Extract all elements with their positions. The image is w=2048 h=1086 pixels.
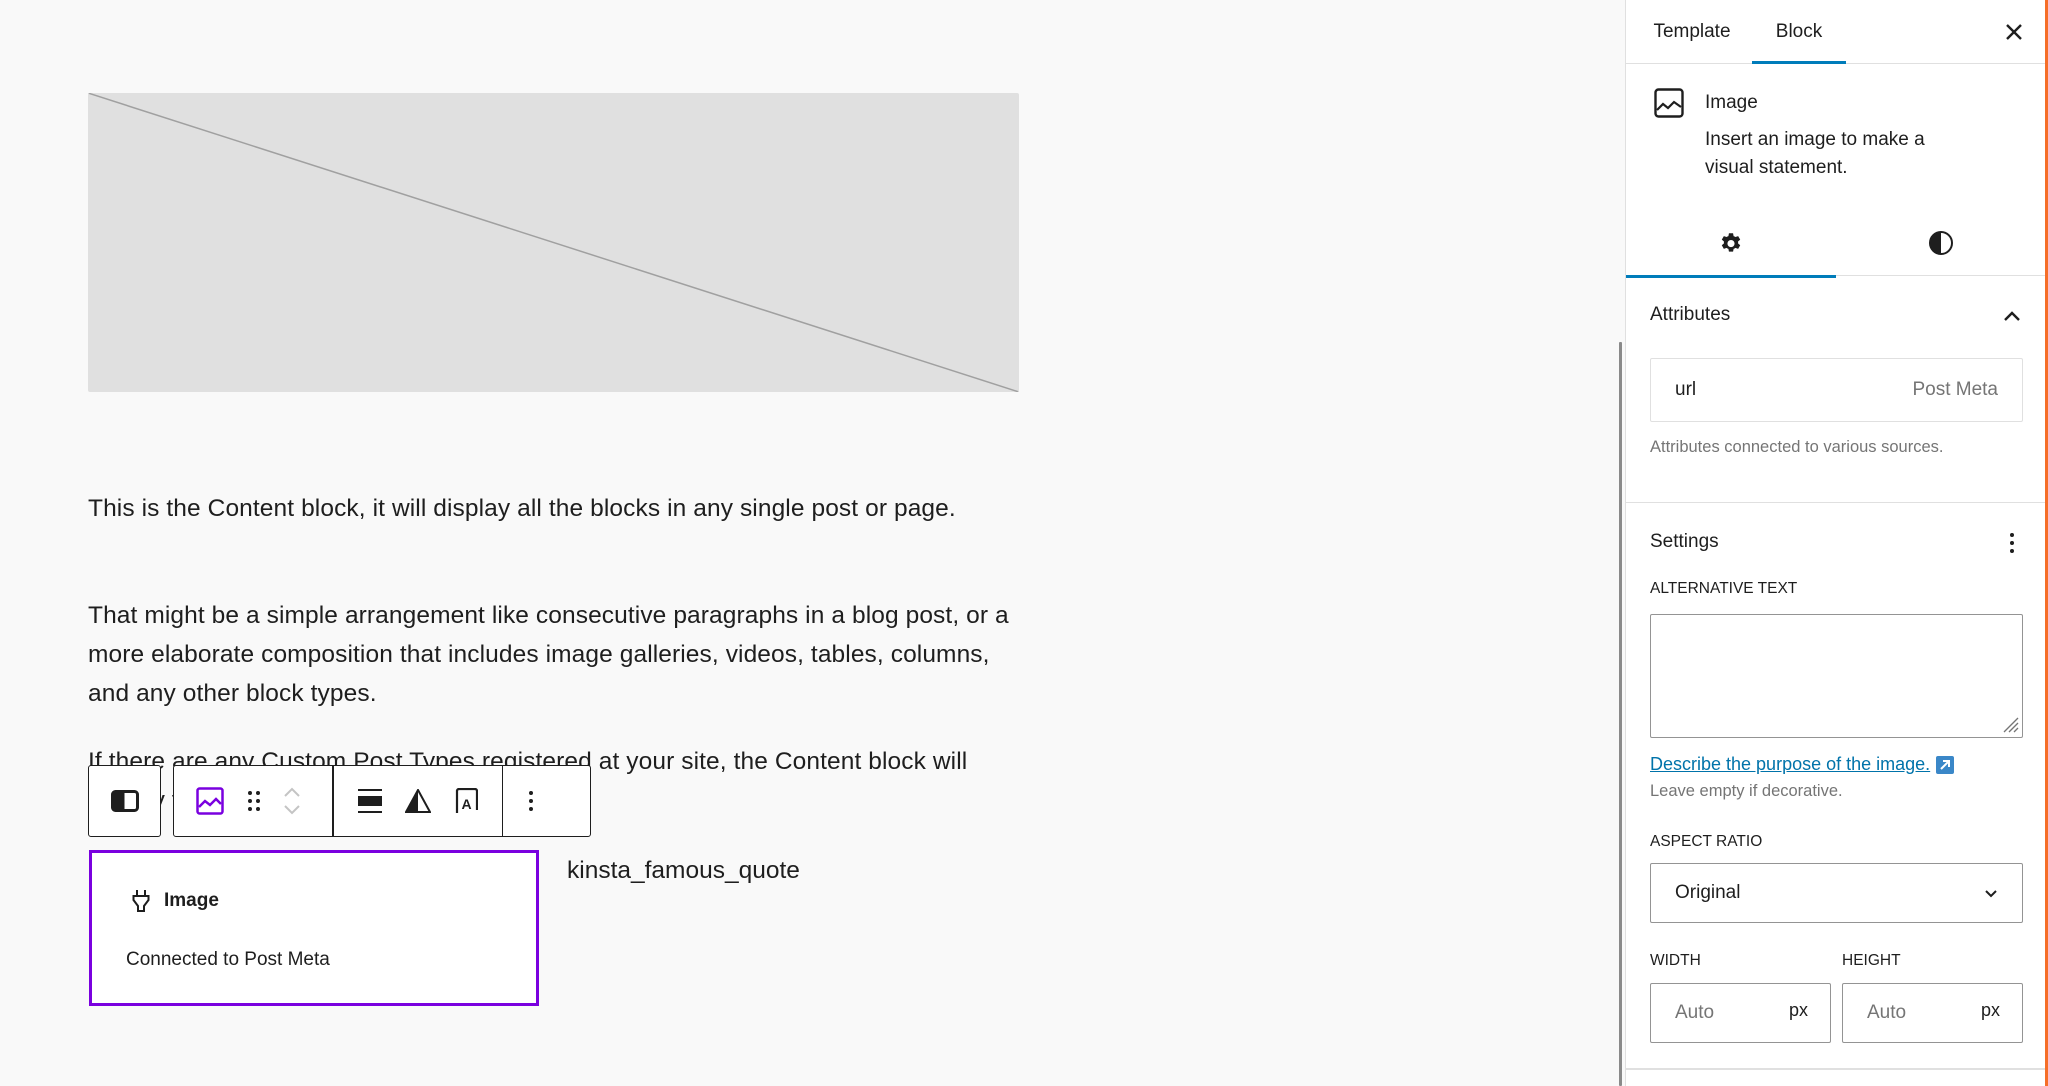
duotone-button[interactable]	[394, 777, 442, 825]
placeholder-diagonal	[88, 93, 1019, 392]
attribute-source: Post Meta	[1912, 379, 1998, 400]
image-block-title: Image	[164, 890, 219, 911]
align-button[interactable]	[346, 777, 394, 825]
settings-sidebar: Template Block Image Insert an image to …	[1625, 0, 2046, 1086]
gear-icon	[1721, 233, 1741, 252]
height-label: Height	[1842, 952, 1901, 969]
block-options-button[interactable]	[503, 777, 559, 825]
move-down-icon[interactable]	[283, 805, 301, 815]
alt-text-input[interactable]	[1650, 614, 2023, 738]
block-card: Image Insert an image to make a visual s…	[1626, 64, 2046, 210]
image-icon	[196, 787, 224, 815]
image-block-header: Image	[132, 889, 219, 913]
plug-icon	[132, 890, 150, 912]
width-label: Width	[1650, 952, 1701, 969]
width-unit: px	[1788, 999, 1808, 1020]
caption-button[interactable]: A	[442, 777, 490, 825]
attributes-panel: Attributes url Post Meta Attributes conn…	[1626, 276, 2046, 503]
block-card-title: Image	[1705, 92, 1758, 113]
panel-divider	[1626, 1068, 2046, 1070]
attribute-key: url	[1675, 379, 1697, 400]
block-toolbar-parent-group	[88, 765, 161, 837]
tab-template[interactable]: Template	[1650, 0, 1734, 63]
alt-text-help-link[interactable]: Describe the purpose of the image.	[1650, 754, 1955, 775]
alt-text-hint: Leave empty if decorative.	[1650, 782, 1843, 800]
attributes-collapse-button[interactable]	[1992, 296, 2032, 336]
editor-canvas: This is the Content block, it will displ…	[0, 0, 1625, 1086]
more-vertical-icon	[529, 791, 533, 811]
image-icon	[1654, 88, 1684, 118]
settings-panel: Settings Alternative Text Describe the p…	[1626, 503, 2046, 1086]
close-sidebar-button[interactable]	[1996, 14, 2032, 50]
more-vertical-icon	[2010, 533, 2014, 553]
close-icon	[2006, 24, 2022, 40]
drag-handle-icon	[248, 791, 260, 811]
sidebar-header: Template Block	[1626, 0, 2046, 64]
move-up-icon[interactable]	[283, 787, 301, 797]
select-parent-button[interactable]	[101, 777, 149, 825]
block-type-button[interactable]	[186, 777, 234, 825]
half-circle-icon	[1929, 231, 1953, 255]
chevron-down-icon	[1985, 889, 1997, 897]
block-toolbar: A	[173, 765, 591, 837]
tab-block[interactable]: Block	[1752, 0, 1846, 64]
aspect-ratio-value: Original	[1675, 882, 1741, 903]
width-input[interactable]: Auto px	[1650, 983, 1831, 1043]
width-placeholder: Auto	[1675, 1002, 1715, 1023]
duotone-filter-icon	[404, 789, 431, 813]
settings-options-button[interactable]	[1992, 523, 2032, 563]
block-mover	[274, 771, 310, 831]
toolbar-divider	[332, 765, 334, 837]
resize-handle-icon[interactable]	[2001, 715, 2019, 733]
aspect-ratio-label: Aspect Ratio	[1650, 833, 1763, 850]
chevron-up-icon	[2004, 310, 2020, 321]
height-input[interactable]: Auto px	[1842, 983, 2023, 1043]
image-placeholder[interactable]	[88, 93, 1019, 392]
attribute-binding-item[interactable]: url Post Meta	[1650, 358, 2023, 422]
meta-key-text[interactable]: kinsta_famous_quote	[567, 851, 800, 890]
settings-panel-title: Settings	[1650, 531, 1719, 552]
drag-handle-button[interactable]	[234, 777, 274, 825]
svg-text:A: A	[461, 796, 471, 812]
alt-text-help-link-label[interactable]: Describe the purpose of the image.	[1650, 754, 1930, 775]
tab-styles[interactable]	[1836, 210, 2046, 276]
alt-text-label: Alternative Text	[1650, 580, 1798, 597]
external-link-icon	[1936, 755, 1955, 774]
image-block-selected[interactable]: Image Connected to Post Meta	[89, 850, 539, 1006]
align-wide-icon	[357, 789, 382, 813]
paragraph-block[interactable]: This is the Content block, it will displ…	[88, 489, 1018, 528]
height-placeholder: Auto	[1867, 1002, 1907, 1023]
columns-icon	[110, 790, 139, 812]
paragraph-block[interactable]: That might be a simple arrangement like …	[88, 596, 1018, 713]
inspector-tabs	[1626, 210, 2046, 278]
attributes-help-text: Attributes connected to various sources.	[1650, 438, 1944, 456]
canvas-scrollbar[interactable]	[1619, 342, 1622, 1086]
image-block-binding-status: Connected to Post Meta	[126, 949, 330, 970]
caption-icon: A	[455, 788, 478, 813]
aspect-ratio-select[interactable]: Original	[1650, 863, 2023, 923]
height-unit: px	[1980, 999, 2000, 1020]
tab-settings[interactable]	[1626, 210, 1836, 278]
block-card-description: Insert an image to make a visual stateme…	[1705, 129, 1925, 178]
attributes-panel-title[interactable]: Attributes	[1650, 304, 1730, 326]
